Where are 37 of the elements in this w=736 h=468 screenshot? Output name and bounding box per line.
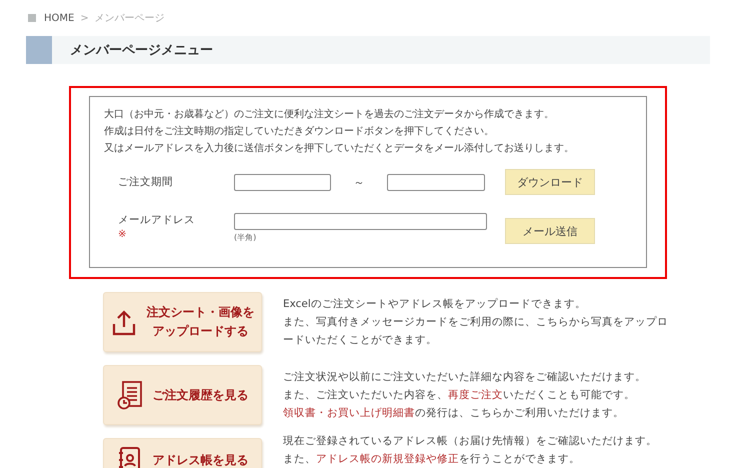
end-date-field[interactable] (387, 174, 485, 190)
breadcrumb-current: メンバーページ (94, 12, 165, 25)
intro-text: 又はメールアドレスを入力後に送信ボタンを押下していただくとデータをメール添付してお送りします。 (104, 142, 575, 156)
intro-text: 作成は日付をご注文時期の指定していただきダウンロードボタンを押下してください。 (104, 124, 495, 139)
description-text: を行うことができます。 (459, 453, 580, 465)
description-text: また、ご注文いただいた内容を、 (283, 389, 448, 401)
email-label: メールアドレス (118, 213, 195, 227)
description-text: Excelのご注文シートやアドレス帳をアップロードできます。 (283, 297, 587, 312)
intro-text: 大口（お中元・お歳暮など）のご注文に便利な注文シートを過去のご注文データから作成できます。 (104, 108, 555, 122)
download-button[interactable]: ダウンロード (505, 169, 595, 195)
text-link[interactable]: 再度ご注文 (448, 389, 503, 401)
description-text: また、写真付きメッセージカードをご利用の際に、こちらから写真をアップロ (283, 315, 668, 330)
description-text: の発行は、こちらかご利用いただけます。 (415, 407, 624, 419)
document-clock-icon (116, 380, 142, 410)
description-text: また、 (283, 453, 316, 465)
description-text: いただくことも可能です。 (503, 389, 635, 401)
text-link[interactable]: アドレス帳の新規登録や修正 (316, 453, 459, 465)
start-date-field[interactable] (234, 174, 331, 190)
breadcrumb-square-icon (28, 14, 36, 22)
menu-button[interactable]: 注文シート・画像を アップロードする (103, 292, 262, 352)
breadcrumb-separator: > (80, 12, 89, 24)
description-text: ご注文状況や以前にご注文いただいた詳細な内容をご確認いただけます。 (283, 370, 646, 385)
range-separator: ～ (352, 174, 366, 190)
email-field[interactable] (234, 213, 487, 230)
heading-marker (26, 36, 52, 64)
text-link[interactable]: 領収書・お買い上げ明細書 (283, 407, 415, 419)
menu-button[interactable]: アドレス帳を見る (103, 438, 262, 468)
menu-button[interactable]: ご注文履歴を見る (103, 365, 262, 425)
send-mail-button[interactable]: メール送信 (505, 218, 595, 244)
address-book-icon (116, 445, 142, 468)
description-text: 現在ご登録されているアドレス帳（お届け先情報）をご確認いただけます。 (283, 434, 657, 449)
heading-title: メンバーページメニュー (70, 42, 213, 59)
description-text: ードいただくことができます。 (283, 333, 438, 348)
required-mark: ※ (118, 229, 126, 240)
period-label: ご注文期間 (118, 175, 174, 189)
breadcrumb-link[interactable]: HOME (44, 12, 74, 24)
email-hint: (半角) (234, 232, 256, 243)
